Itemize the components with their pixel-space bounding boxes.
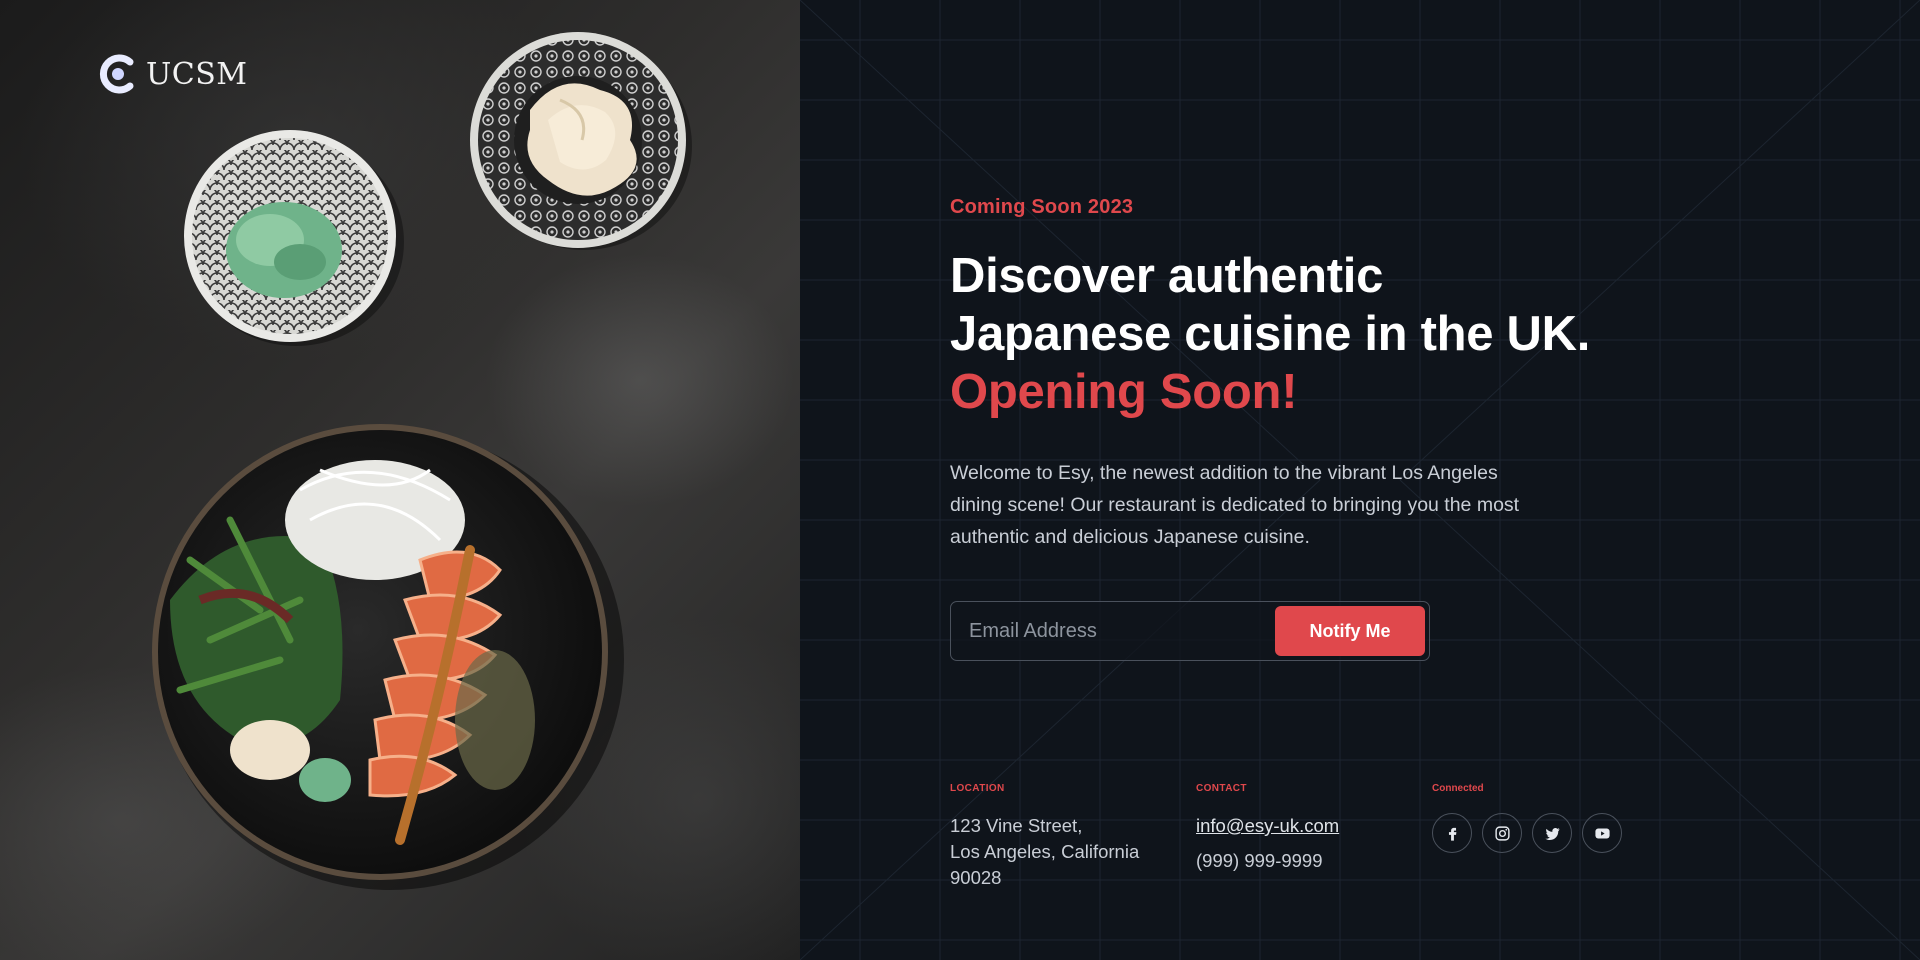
- contact-label: CONTACT: [1196, 783, 1247, 794]
- contact-section: CONTACT info@esy-uk.com (999) 999-9999: [1196, 783, 1396, 872]
- sushi-dishes-image: [152, 32, 692, 890]
- headline-main: Discover authentic Japanese cuisine in t…: [950, 249, 1591, 361]
- page-title: Discover authentic Japanese cuisine in t…: [950, 247, 1590, 421]
- notify-me-button[interactable]: Notify Me: [1275, 606, 1425, 656]
- coming-soon-label: Coming Soon 2023: [950, 196, 1134, 218]
- youtube-link[interactable]: [1582, 813, 1622, 853]
- contact-email-wrap: info@esy-uk.com: [1196, 813, 1396, 839]
- ucsm-logo-icon: [99, 54, 134, 94]
- connected-section: Connected: [1432, 783, 1652, 853]
- twitter-icon: [1544, 827, 1560, 840]
- subscribe-form: Notify Me: [950, 601, 1430, 661]
- address-line-2: Los Angeles, California: [950, 841, 1140, 862]
- hero-photo: UCSM: [0, 0, 800, 960]
- content-panel: Coming Soon 2023 Discover authentic Japa…: [800, 0, 1920, 960]
- contact-phone: (999) 999-9999: [1196, 850, 1323, 871]
- social-links: [1432, 813, 1652, 853]
- address: 123 Vine Street, Los Angeles, California…: [950, 813, 1180, 891]
- brand-name: UCSM: [146, 56, 248, 92]
- instagram-link[interactable]: [1482, 813, 1522, 853]
- location-section: LOCATION 123 Vine Street, Los Angeles, C…: [950, 783, 1180, 891]
- location-label: LOCATION: [950, 783, 1005, 794]
- facebook-link[interactable]: [1432, 813, 1472, 853]
- address-line-3: 90028: [950, 867, 1002, 888]
- hero-content: Coming Soon 2023 Discover authentic Japa…: [950, 196, 1590, 553]
- email-input[interactable]: [969, 619, 1275, 643]
- hero-description: Welcome to Esy, the newest addition to t…: [950, 462, 1520, 548]
- brand-logo[interactable]: UCSM: [98, 52, 248, 96]
- youtube-icon: [1594, 828, 1610, 838]
- headline-accent: Opening Soon!: [950, 365, 1298, 419]
- facebook-icon: [1448, 827, 1456, 841]
- address-line-1: 123 Vine Street,: [950, 815, 1083, 836]
- connected-label: Connected: [1432, 783, 1484, 794]
- twitter-link[interactable]: [1532, 813, 1572, 853]
- contact-email-link[interactable]: info@esy-uk.com: [1196, 815, 1339, 836]
- instagram-icon: [1494, 825, 1510, 841]
